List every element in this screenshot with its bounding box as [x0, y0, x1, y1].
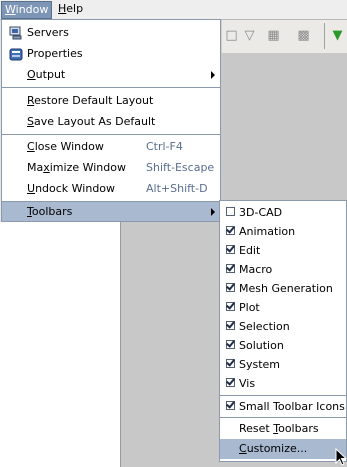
menu-separator	[2, 134, 220, 135]
undock-label: Undock Window	[27, 182, 116, 195]
toolbar-toggle-animation[interactable]: Animation	[220, 222, 346, 241]
undock-accelerator: Alt+Shift-D	[146, 182, 208, 195]
checkbox-checked-icon	[226, 302, 235, 311]
submenu-separator	[220, 417, 346, 418]
toolbar-toggle-label: Macro	[239, 263, 273, 276]
checkbox-checked-icon	[226, 340, 235, 349]
toolbar-toggle-3d-cad[interactable]: 3D-CAD	[220, 203, 346, 222]
toolbar-toggle-system[interactable]: System	[220, 355, 346, 374]
menu-item-servers[interactable]: Servers	[2, 22, 220, 43]
help-label: elp	[66, 2, 84, 15]
save-label: Save Layout As Default	[27, 115, 156, 128]
reset-toolbars-item[interactable]: Reset Toolbars	[220, 419, 346, 438]
menu-window[interactable]: Window	[1, 1, 53, 19]
toolbar-toggle-label: Selection	[239, 320, 290, 333]
output-label: Output	[27, 68, 66, 81]
checkbox-checked-icon	[226, 245, 235, 254]
properties-icon	[9, 48, 23, 61]
toolbar-green-arrow-icon[interactable]: ▼	[330, 28, 345, 43]
menu-item-toolbars[interactable]: Toolbars	[2, 202, 220, 221]
toolbar-toggle-mesh-generation[interactable]: Mesh Generation	[220, 279, 346, 298]
submenu-separator	[220, 395, 346, 396]
checkbox-checked-icon	[226, 359, 235, 368]
toolbar-toggle-vis[interactable]: Vis	[220, 374, 346, 393]
toolbar-toggle-label: 3D-CAD	[239, 206, 283, 219]
toolbar-toggle-edit[interactable]: Edit	[220, 241, 346, 260]
menu-item-output[interactable]: Output	[2, 64, 220, 85]
menu-item-restore-default-layout[interactable]: Restore Default Layout	[2, 90, 220, 111]
toolbar-separator	[324, 23, 325, 49]
customize-item[interactable]: Customize...	[220, 439, 346, 459]
menu-item-properties[interactable]: Properties	[2, 43, 220, 64]
background-toolbar: □ ▽ ▦ ▩ ▼	[222, 19, 347, 54]
toolbars-submenu-arrow-icon	[211, 208, 215, 216]
checkbox-checked-icon	[226, 264, 235, 273]
left-panel	[0, 222, 121, 467]
checkbox-checked-icon	[226, 283, 235, 292]
toolbar-toggle-label: Solution	[239, 339, 284, 352]
window-label: indow	[15, 3, 49, 16]
close-accelerator: Ctrl-F4	[146, 140, 183, 153]
window-menu: Servers Properties Output Restore Defaul…	[1, 19, 221, 222]
mouse-cursor-icon	[335, 448, 347, 466]
toolbar-toggle-label: Mesh Generation	[239, 282, 333, 295]
toolbar-toggle-label: Edit	[239, 244, 261, 257]
maximize-label: Maximize Window	[27, 161, 126, 174]
toolbar-toggle-label: Vis	[239, 377, 256, 390]
maximize-accelerator: Shift-Escape	[146, 161, 215, 174]
checkbox-checked-icon	[226, 321, 235, 330]
servers-icon	[9, 26, 22, 40]
properties-label: Properties	[27, 47, 83, 60]
checkbox-checked-icon	[226, 401, 235, 410]
toolbar-toggle-solution[interactable]: Solution	[220, 336, 346, 355]
output-submenu-arrow-icon	[211, 71, 215, 79]
checkbox-checked-icon	[226, 226, 235, 235]
customize-label: Customize...	[239, 442, 308, 455]
toolbars-submenu: 3D-CAD Animation Edit Macro Mesh Generat…	[219, 200, 347, 462]
menu-item-save-layout[interactable]: Save Layout As Default	[2, 111, 220, 132]
toolbar-toggle-label: Animation	[239, 225, 296, 238]
restore-label: Restore Default Layout	[27, 94, 154, 107]
checkbox-icon	[226, 207, 235, 216]
toolbar-shape-icon[interactable]: ▦	[266, 28, 281, 43]
menubar: Window Help	[0, 0, 347, 20]
toolbar-toggle-macro[interactable]: Macro	[220, 260, 346, 279]
toolbar-toggle-plot[interactable]: Plot	[220, 298, 346, 317]
toolbar-grid-icon[interactable]: ▩	[296, 28, 311, 43]
menu-item-close-window[interactable]: Close Window Ctrl-F4	[2, 136, 220, 157]
close-label: Close Window	[27, 140, 104, 153]
window-mnemonic: W	[5, 3, 16, 16]
toolbar-toggle-label: System	[239, 358, 281, 371]
toolbar-toggle-selection[interactable]: Selection	[220, 317, 346, 336]
menu-item-maximize-window[interactable]: Maximize Window Shift-Escape	[2, 157, 220, 178]
toolbar-toggle-label: Plot	[239, 301, 260, 314]
servers-label: Servers	[27, 26, 69, 39]
small-toolbar-icons-label: Small Toolbar Icons	[239, 400, 345, 413]
toolbar-filter-icon[interactable]: ▽	[242, 28, 257, 43]
toolbars-label: Toolbars	[27, 205, 73, 218]
checkbox-checked-icon	[226, 378, 235, 387]
menu-separator	[2, 87, 220, 88]
toolbar-box-icon[interactable]: □	[224, 28, 239, 43]
menu-help[interactable]: Help	[55, 1, 86, 17]
small-toolbar-icons-toggle[interactable]: Small Toolbar Icons	[220, 397, 346, 416]
menu-item-undock-window[interactable]: Undock Window Alt+Shift-D	[2, 178, 220, 199]
reset-toolbars-label: Reset Toolbars	[239, 422, 319, 435]
